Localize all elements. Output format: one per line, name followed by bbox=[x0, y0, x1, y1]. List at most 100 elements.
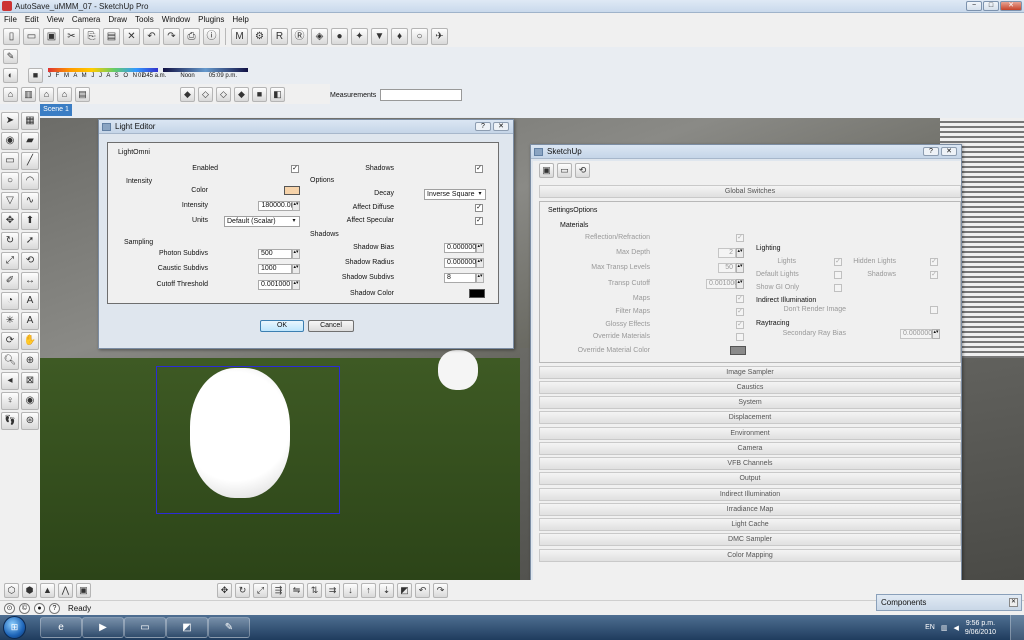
filter-maps-checkbox[interactable]: ✓ bbox=[736, 308, 744, 316]
reset-icon[interactable]: ⟲ bbox=[575, 163, 590, 178]
menu-view[interactable]: View bbox=[43, 15, 68, 24]
close-button[interactable]: ✕ bbox=[941, 147, 957, 156]
model-info-icon[interactable]: ⓘ bbox=[203, 27, 220, 45]
spot-light-icon[interactable]: ▼ bbox=[371, 27, 388, 45]
override-materials-checkbox[interactable] bbox=[736, 333, 744, 341]
max-depth-spinner[interactable]: ▴▾ bbox=[736, 248, 744, 258]
dome-light-icon[interactable]: ✈ bbox=[431, 27, 448, 45]
lower-icon[interactable]: ⇣ bbox=[379, 582, 394, 598]
offset-icon[interactable]: ⟲ bbox=[21, 252, 39, 270]
menu-help[interactable]: Help bbox=[228, 15, 252, 24]
text-icon[interactable]: A bbox=[21, 292, 39, 310]
back-view-icon[interactable]: ▤ bbox=[75, 86, 90, 102]
max-depth-field[interactable]: 2 bbox=[718, 248, 736, 258]
reflection-checkbox[interactable]: ✓ bbox=[736, 234, 744, 242]
shadow-bias-spinner[interactable]: ▴▾ bbox=[476, 243, 484, 253]
previous-view-icon[interactable]: ◂ bbox=[1, 372, 19, 390]
cut-icon[interactable]: ✂ bbox=[63, 27, 80, 45]
protractor-icon[interactable]: ◔ bbox=[1, 292, 19, 310]
section-plane-icon[interactable]: ⊛ bbox=[21, 412, 39, 430]
close-icon[interactable]: ✕ bbox=[1009, 598, 1018, 607]
shadows-toggle-icon[interactable]: ■ bbox=[28, 68, 43, 83]
enabled-checkbox[interactable]: ✓ bbox=[291, 165, 299, 173]
smoove-icon[interactable]: ⋀ bbox=[58, 582, 73, 598]
components-panel[interactable]: Components ✕ bbox=[876, 594, 1022, 611]
shadow-settings-icon[interactable]: ◐ bbox=[3, 67, 18, 83]
top-view-icon[interactable]: ▥ bbox=[21, 86, 36, 102]
stamp-icon[interactable]: ▣ bbox=[76, 582, 91, 598]
units-combo[interactable]: Default (Scalar) ▾ bbox=[224, 216, 300, 227]
align-icon[interactable]: ⇶ bbox=[271, 582, 286, 598]
rollout-indirect-illumination[interactable]: Indirect Illumination bbox=[539, 488, 961, 501]
component-icon[interactable]: ⬡ bbox=[4, 582, 19, 598]
make-component-icon[interactable]: ▦ bbox=[21, 112, 39, 130]
rotate-icon[interactable]: ↻ bbox=[1, 232, 19, 250]
new-file-icon[interactable]: ▯ bbox=[3, 27, 20, 45]
glossy-checkbox[interactable]: ✓ bbox=[736, 321, 744, 329]
rectangle-icon[interactable]: ▭ bbox=[1, 152, 19, 170]
iso-view-icon[interactable]: ⌂ bbox=[3, 86, 18, 102]
undo-icon[interactable]: ↶ bbox=[143, 27, 160, 45]
wireframe-style-icon[interactable]: ◇ bbox=[198, 86, 213, 102]
affect-specular-checkbox[interactable]: ✓ bbox=[475, 217, 483, 225]
hidden-lights-checkbox[interactable]: ✓ bbox=[930, 258, 938, 266]
rollout-camera[interactable]: Camera bbox=[539, 442, 961, 455]
sphere-light-icon[interactable]: ○ bbox=[411, 27, 428, 45]
shadow-bias-field[interactable]: 0.000000 bbox=[444, 243, 476, 253]
open-folder-icon[interactable]: ▭ bbox=[557, 163, 572, 178]
eraser-icon[interactable]: ▰ bbox=[21, 132, 39, 150]
omni-light-icon[interactable]: ✦ bbox=[351, 27, 368, 45]
network-icon[interactable]: ▥ bbox=[941, 624, 948, 632]
redo-arc-icon[interactable]: ↷ bbox=[433, 582, 448, 598]
rollout-output[interactable]: Output bbox=[539, 472, 961, 485]
xray-style-icon[interactable]: ◆ bbox=[180, 86, 195, 102]
shaded-style-icon[interactable]: ◆ bbox=[234, 86, 249, 102]
zoom-extents-icon[interactable]: ⊠ bbox=[21, 372, 39, 390]
transp-cutoff-spinner[interactable]: ▴▾ bbox=[736, 279, 744, 289]
media-player-icon[interactable]: ▶ bbox=[82, 617, 124, 638]
transp-cutoff-field[interactable]: 0.001000 bbox=[706, 279, 738, 289]
ok-button[interactable]: OK bbox=[260, 320, 304, 332]
intensity-spinner[interactable]: ▴▾ bbox=[292, 201, 300, 211]
menu-window[interactable]: Window bbox=[158, 15, 194, 24]
undo-arc-icon[interactable]: ↶ bbox=[415, 582, 430, 598]
sketchup-taskbar-icon[interactable]: ◩ bbox=[166, 617, 208, 638]
date-slider[interactable] bbox=[48, 68, 158, 72]
drop-icon[interactable]: ↓ bbox=[343, 582, 358, 598]
menu-edit[interactable]: Edit bbox=[21, 15, 43, 24]
help-icon[interactable]: ? bbox=[49, 602, 60, 614]
push-pull-icon[interactable]: ⬆ bbox=[21, 212, 39, 230]
minimize-button[interactable]: − bbox=[966, 1, 982, 11]
dont-render-checkbox[interactable] bbox=[930, 306, 938, 314]
flip-icon[interactable]: ⇅ bbox=[307, 582, 322, 598]
3d-text-icon[interactable]: A bbox=[21, 312, 39, 330]
close-button[interactable]: ✕ bbox=[493, 122, 509, 131]
rollout-irradiance-map[interactable]: Irradiance Map bbox=[539, 503, 961, 516]
cancel-button[interactable]: Cancel bbox=[308, 320, 354, 332]
maximize-button[interactable]: □ bbox=[983, 1, 999, 11]
mirror-icon[interactable]: ⇋ bbox=[289, 582, 304, 598]
show-gi-checkbox[interactable] bbox=[834, 284, 842, 292]
user-icon[interactable]: ● bbox=[34, 602, 45, 614]
pen-app-icon[interactable]: ✎ bbox=[208, 617, 250, 638]
extrude-icon[interactable]: ◩ bbox=[397, 582, 412, 598]
vray-sphere-icon[interactable]: ● bbox=[331, 27, 348, 45]
save-icon[interactable]: ▣ bbox=[43, 27, 60, 45]
menu-plugins[interactable]: Plugins bbox=[194, 15, 228, 24]
rollout-dmc-sampler[interactable]: DMC Sampler bbox=[539, 533, 961, 546]
menu-file[interactable]: File bbox=[0, 15, 21, 24]
dimension-icon[interactable]: ↔ bbox=[21, 272, 39, 290]
right-view-icon[interactable]: ⌂ bbox=[57, 86, 72, 102]
shadow-radius-spinner[interactable]: ▴▾ bbox=[476, 258, 484, 268]
cutoff-field[interactable]: 0.001000 bbox=[258, 280, 292, 290]
print-icon[interactable]: ⎙ bbox=[183, 27, 200, 45]
geo-location-icon[interactable]: ⊙ bbox=[4, 602, 15, 614]
start-button[interactable]: ⊞ bbox=[3, 616, 26, 639]
axes-icon[interactable]: ✳ bbox=[1, 312, 19, 330]
override-color-swatch[interactable] bbox=[730, 346, 746, 355]
caustic-field[interactable]: 1000 bbox=[258, 264, 292, 274]
line-icon[interactable]: ╱ bbox=[21, 152, 39, 170]
open-folder-icon[interactable]: ▭ bbox=[23, 27, 40, 45]
menu-tools[interactable]: Tools bbox=[131, 15, 158, 24]
rotate-axis-icon[interactable]: ↻ bbox=[235, 582, 250, 598]
